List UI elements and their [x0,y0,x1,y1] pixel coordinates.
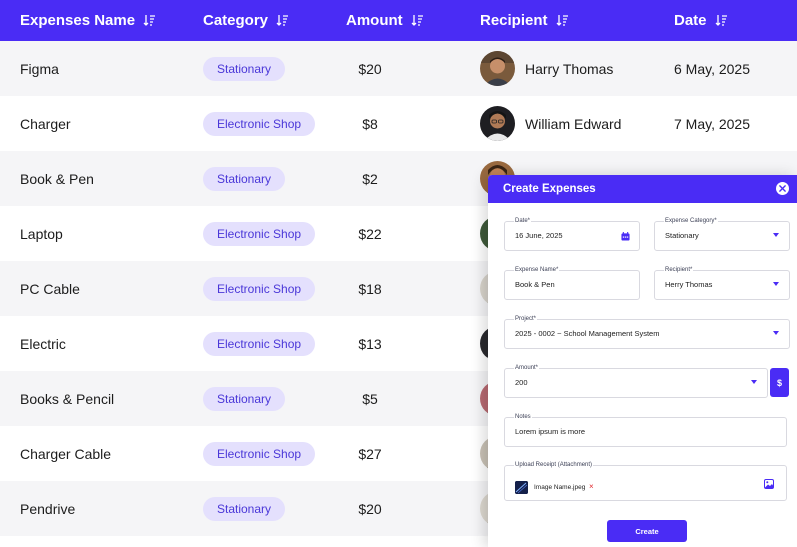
expense-name: Charger Cable [20,445,112,462]
expense-name: PC Cable [20,280,80,297]
chevron-down-icon[interactable] [773,233,779,237]
column-header-date[interactable]: Date [674,0,728,41]
sort-descending-icon[interactable] [411,14,424,27]
expense-name: Figma [20,60,59,77]
recipient-value: Herry Thomas [665,280,713,289]
recipient-name: Harry Thomas [525,60,614,77]
expense-category-value: Stationary [665,231,699,240]
category-badge: Electronic Shop [203,441,316,466]
image-icon[interactable] [764,479,774,489]
date: 7 May, 2025 [674,115,751,132]
category-badge: Electronic Shop [203,331,316,356]
amount-value: 200 [515,378,528,387]
sort-descending-icon[interactable] [143,14,156,27]
recipient-name: William Edward [525,115,622,132]
category-badge: Electronic Shop [203,111,316,136]
amount: $8 [362,115,378,132]
modal-header: Create Expenses [488,175,797,203]
file-name: Image Name.jpeg [534,484,586,491]
column-header-label: Recipient [480,12,548,29]
close-icon[interactable] [779,185,786,192]
amount: $20 [358,60,382,77]
category-badge: Stationary [203,386,286,411]
category-badge: Stationary [203,166,286,191]
chevron-down-icon[interactable] [773,331,779,335]
amount: $20 [358,500,382,517]
chevron-down-icon[interactable] [751,380,757,384]
upload-receipt-label: Upload Receipt (Attachment) [514,461,594,470]
date-value: 16 June, 2025 [515,231,563,240]
project-select[interactable]: Project* 2025 - 0002 ~ School Management… [504,315,790,349]
expense-name: Books & Pencil [20,390,115,407]
category-badge: Stationary [203,496,286,521]
create-expenses-modal: Create Expenses Date* 16 June, 2025 Expe… [488,175,797,547]
expense-name-value: Book & Pen [515,280,555,289]
column-header-label: Amount [346,12,403,29]
column-header-recipient[interactable]: Recipient [480,0,569,41]
close-button[interactable] [776,182,789,195]
amount: $18 [358,280,382,297]
chevron-down-icon[interactable] [773,282,779,286]
recipient-select[interactable]: Recipient* Herry Thomas [654,266,790,300]
sort-descending-icon[interactable] [715,14,728,27]
modal-title: Create Expenses [503,183,596,195]
expense-name: Electric [20,335,66,352]
project-value: 2025 - 0002 ~ School Management System [515,329,660,338]
column-header-label: Expenses Name [20,12,136,29]
date: 6 May, 2025 [674,60,751,77]
expense-name: Laptop [20,225,63,242]
amount: $5 [362,390,378,407]
expense-name-field[interactable]: Expense Name* Book & Pen [504,266,640,300]
category-badge: Electronic Shop [203,276,316,301]
column-header-label: Category [203,12,269,29]
expense-name: Book & Pen [20,170,94,187]
notes-value: Lorem ipsum is more [515,427,586,436]
table-header: Expenses Name Category Amount Recipient … [0,0,797,41]
expense-name: Charger [20,115,71,132]
notes-field[interactable]: Notes Lorem ipsum is more [504,413,787,447]
avatar [480,106,515,141]
column-header-expenses-name[interactable]: Expenses Name [20,0,156,41]
column-header-category[interactable]: Category [203,0,289,41]
amount-field[interactable]: Amount* 200 [504,364,768,398]
create-button[interactable]: Create [607,520,687,542]
sort-descending-icon[interactable] [556,14,569,27]
amount: $22 [358,225,382,242]
expense-name: Pendrive [20,500,76,517]
file-thumbnail [515,481,528,494]
table-row[interactable]: Figma Stationary $20 Harry Thomas 6 May,… [0,41,797,96]
category-badge: Electronic Shop [203,221,316,246]
sort-descending-icon[interactable] [276,14,289,27]
amount: $2 [362,170,378,187]
calendar-icon[interactable] [621,232,630,241]
upload-receipt-field[interactable]: Upload Receipt (Attachment) Image Name.j… [504,461,787,501]
amount: $13 [358,335,382,352]
date-field[interactable]: Date* 16 June, 2025 [504,217,640,251]
avatar [480,51,515,86]
remove-file-button[interactable]: × [589,481,594,493]
currency-button[interactable]: $ [770,368,789,397]
amount: $27 [358,445,382,462]
table-row[interactable]: Charger Electronic Shop $8 William Edwar… [0,96,797,151]
column-header-amount[interactable]: Amount [346,0,424,41]
column-header-label: Date [674,12,707,29]
category-badge: Stationary [203,56,286,81]
expense-category-select[interactable]: Expense Category* Stationary [654,217,790,251]
